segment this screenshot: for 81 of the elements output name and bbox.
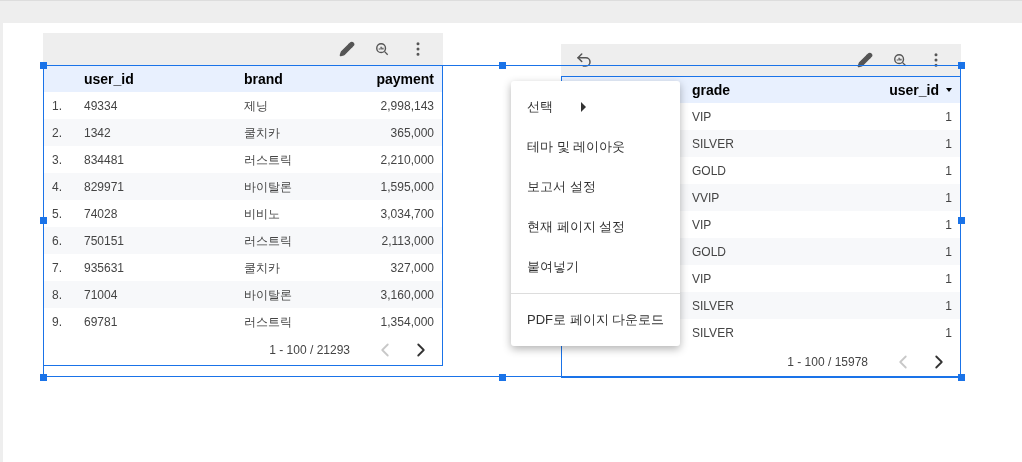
row-number: 2. [52,125,62,140]
table-cell-text: 러스트릭 [244,313,292,331]
table-cell-text: 3,160,000 [380,286,434,304]
table-cell-text: 1342 [84,124,111,142]
undo-icon[interactable] [575,51,593,69]
resize-handle[interactable] [958,374,965,381]
table-cell-text: 러스트릭 [244,232,292,250]
table-cell-text: 쿨치카 [244,124,280,142]
table-cell-text: 829971 [84,178,125,196]
explore-icon[interactable] [375,42,389,56]
resize-handle[interactable] [499,62,506,69]
column-header[interactable]: brand [244,68,283,90]
resize-handle[interactable] [40,217,47,224]
table-cell-text: 1 [945,108,952,126]
table-cell-text: 1 [945,135,952,153]
table-cell-text: 69781 [84,313,118,331]
table-cell-text: 2,998,143 [380,97,434,115]
table-cell-text: GOLD [692,162,726,180]
table-cell-text: 2,113,000 [381,232,434,250]
table-cell-text: 제닝 [244,97,268,115]
table-cell-text: SILVER [692,297,734,315]
table-cell-text: 1,595,000 [380,178,434,196]
column-header[interactable]: grade [692,79,731,101]
table-cell-text: 1 [945,216,952,234]
row-number: 1. [52,98,62,113]
table-cell-text: 1 [945,297,952,315]
table-cell-text: 1 [945,243,952,261]
menu-item[interactable]: 현재 페이지 설정 [511,207,680,247]
table-cell-text: 바이탈론 [244,178,292,196]
table-cell-text: VIP [692,108,712,126]
table-cell-text: 71004 [84,286,118,304]
resize-handle[interactable] [40,62,47,69]
resize-handle[interactable] [958,62,965,69]
table-cell-text: 49334 [84,97,118,115]
column-header[interactable]: user_id [889,79,952,101]
menu-item[interactable]: 붙여넣기 [511,247,680,287]
menu-item[interactable]: PDF로 페이지 다운로드 [511,300,680,340]
table-cell-text: 바이탈론 [244,286,292,304]
edit-icon[interactable] [339,41,355,57]
column-header[interactable]: payment [376,68,434,90]
resize-handle[interactable] [958,217,965,224]
table-cell-text: 834481 [84,151,125,169]
resize-handle[interactable] [499,374,506,381]
row-number: 4. [52,179,62,194]
table-cell-text: 327,000 [390,259,434,277]
table-cell-text: GOLD [692,243,726,261]
table-cell-text: 74028 [84,205,118,223]
row-number: 9. [52,314,62,329]
submenu-arrow-icon [581,102,586,112]
table-cell-text: VIP [692,270,712,288]
table-cell-text: 750151 [84,232,125,250]
table-cell-text: 1 [945,270,952,288]
edit-icon[interactable] [857,52,873,68]
table-cell-text: 러스트릭 [244,151,292,169]
resize-handle[interactable] [40,374,47,381]
table-cell-text: SILVER [692,324,734,342]
table-cell-text: SILVER [692,135,734,153]
column-header[interactable]: user_id [84,68,134,90]
menu-item[interactable]: 선택 [511,87,680,127]
table-cell-text: 비비노 [244,205,280,223]
table-cell-text: 쿨치카 [244,259,280,277]
menu-item[interactable]: 보고서 설정 [511,167,680,207]
table-cell-text: 3,034,700 [380,205,434,223]
table-cell-text: 1,354,000 [380,313,434,331]
row-number: 7. [52,260,62,275]
menu-item[interactable]: 테마 및 레이아웃 [511,127,680,167]
table-cell-text: 1 [945,162,952,180]
table-cell-text: 935631 [84,259,125,277]
pagination-label: 1 - 100 / 15978 [787,353,868,371]
table-cell-text: 2,210,000 [380,151,434,169]
row-number: 3. [52,152,62,167]
table-cell-text: 365,000 [390,124,434,142]
table-cell-text: VIP [692,216,712,234]
row-number: 8. [52,287,62,302]
row-number: 6. [52,233,62,248]
row-number: 5. [52,206,62,221]
explore-icon[interactable] [893,53,907,67]
table-cell-text: 1 [945,324,952,342]
pagination-label: 1 - 100 / 21293 [269,342,350,359]
table-cell-text: VVIP [692,189,720,207]
table-cell-text: 1 [945,189,952,207]
